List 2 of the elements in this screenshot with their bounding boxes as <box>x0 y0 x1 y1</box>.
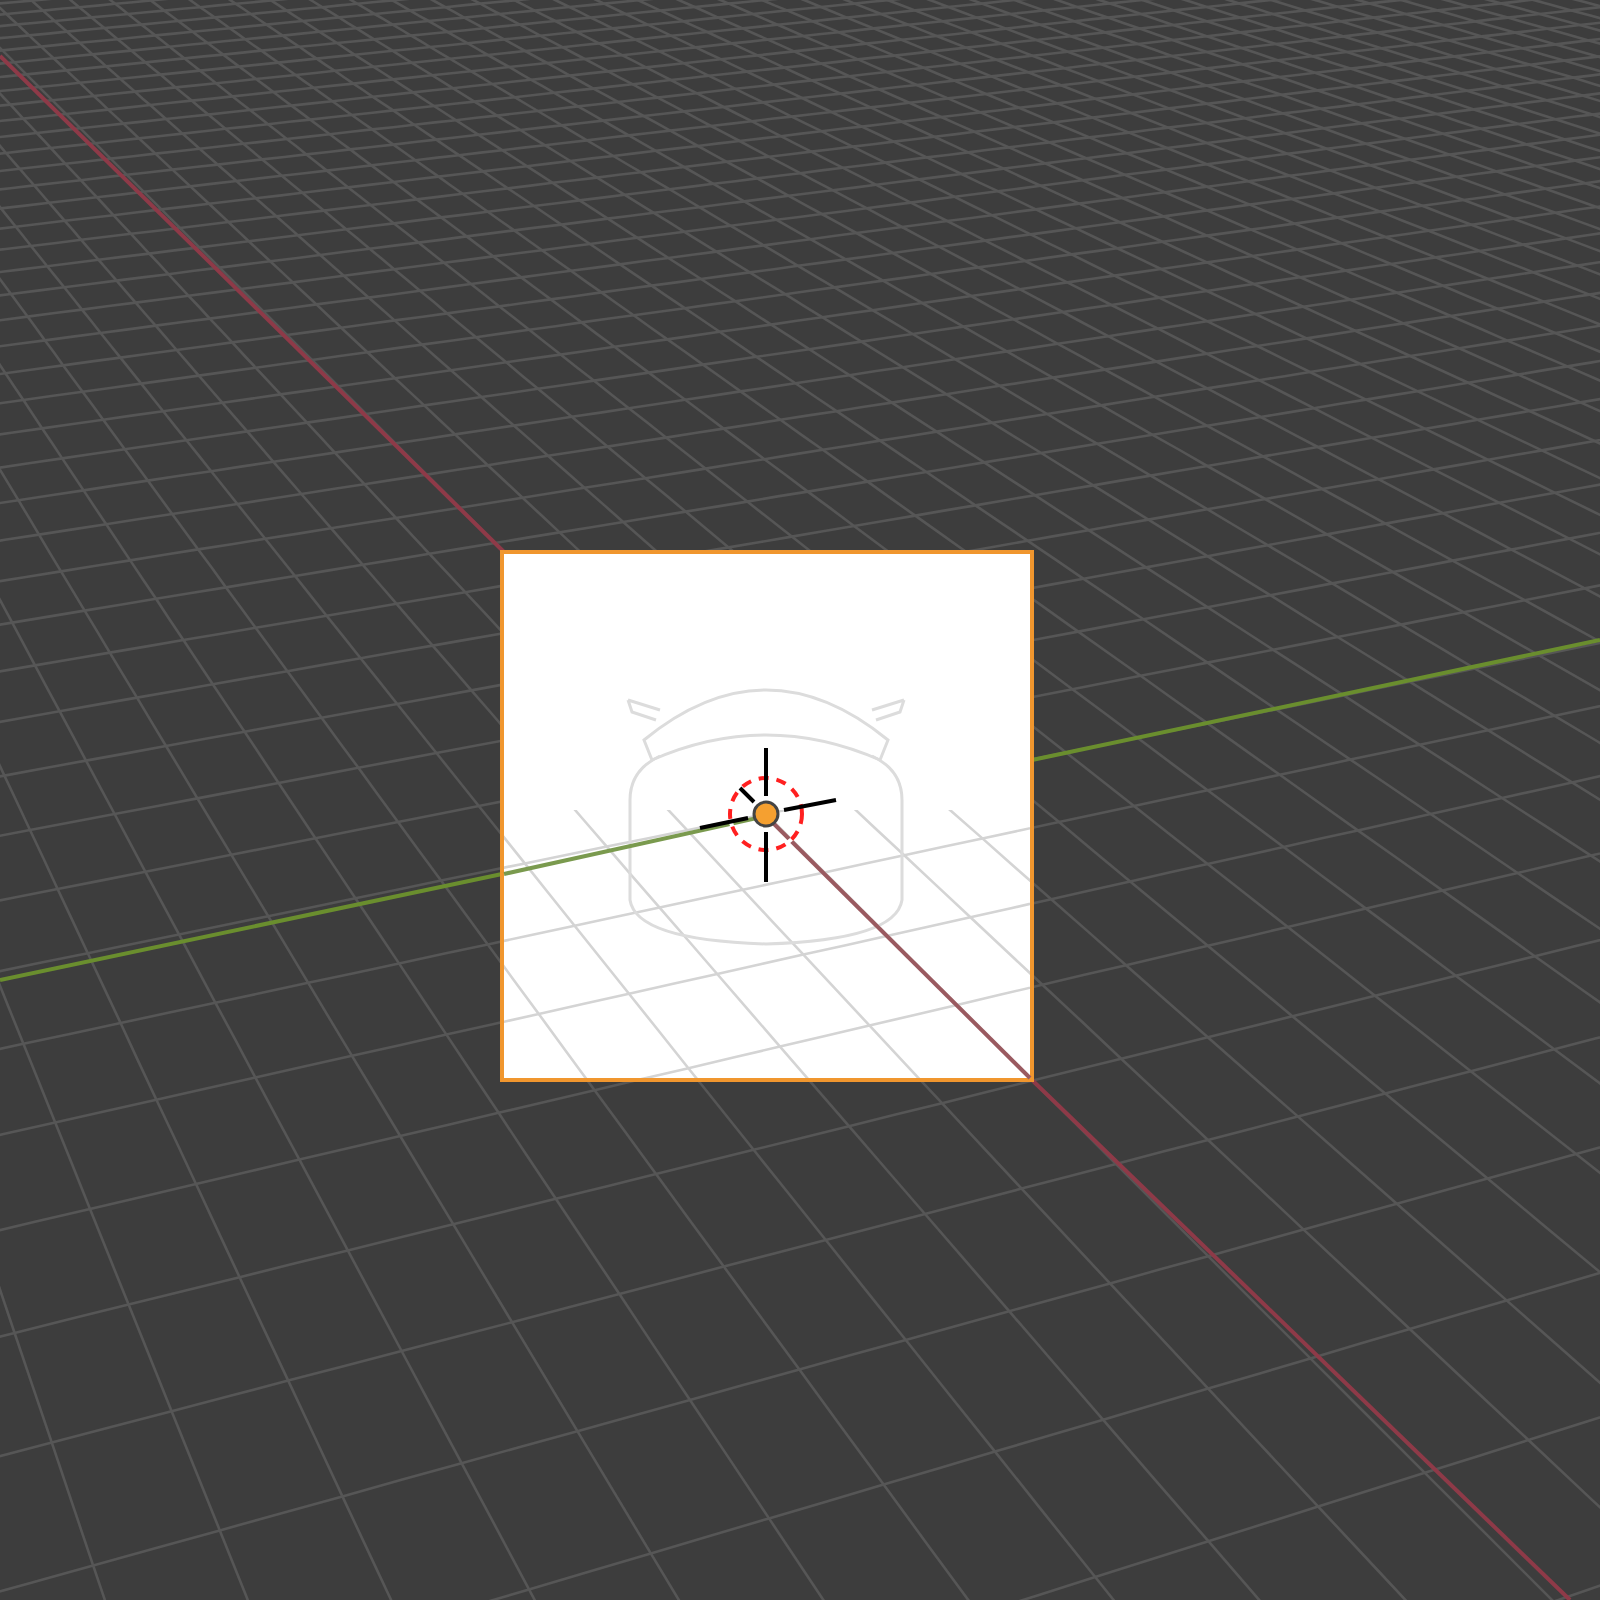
object-origin-dot <box>752 800 780 828</box>
3d-cursor-icon[interactable] <box>698 746 838 884</box>
